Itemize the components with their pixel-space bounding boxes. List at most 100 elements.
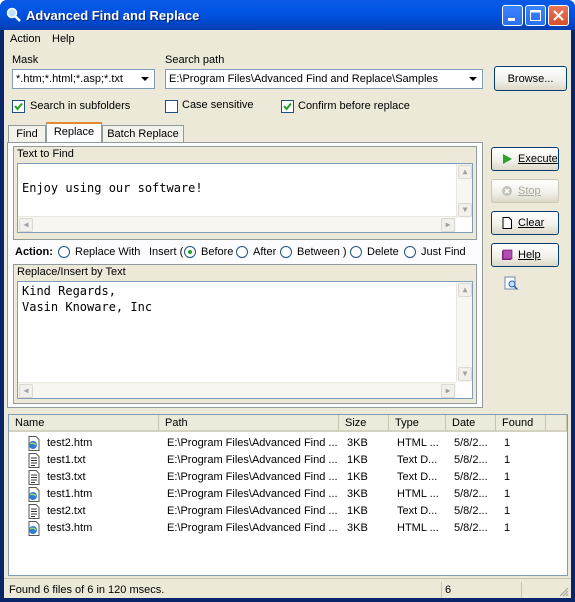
cell-date: 5/8/2... — [454, 522, 488, 534]
table-row[interactable]: test2.txt E:\Program Files\Advanced Find … — [9, 503, 549, 520]
clear-label: Clear — [518, 217, 545, 229]
mask-value: *.htm;*.html;*.asp;*.txt — [16, 73, 123, 85]
horizontal-scrollbar[interactable]: ◀ ▶ — [18, 216, 456, 232]
subfolders-checkbox[interactable] — [12, 100, 25, 113]
play-icon — [503, 154, 512, 164]
mask-label: Mask — [12, 54, 39, 66]
delete-label: Delete — [367, 246, 399, 258]
between-label: Between ) — [297, 246, 347, 258]
results-rows: test2.htm E:\Program Files\Advanced Find … — [9, 435, 567, 571]
cell-date: 5/8/2... — [454, 505, 488, 517]
confirm-checkbox[interactable] — [281, 100, 294, 113]
cell-type: Text D... — [397, 505, 438, 517]
blank-page-icon — [502, 217, 512, 229]
scroll-up-icon[interactable]: ▲ — [458, 165, 472, 179]
help-button[interactable]: Help — [491, 243, 559, 267]
radio-delete[interactable] — [350, 246, 362, 258]
table-row[interactable]: test1.htm E:\Program Files\Advanced Find … — [9, 486, 549, 503]
text-file-icon — [28, 453, 40, 468]
title-bar[interactable]: Advanced Find and Replace — [0, 0, 575, 30]
column-header-size[interactable]: Size — [339, 415, 389, 432]
minimize-icon — [508, 18, 515, 21]
table-row[interactable]: test2.htm E:\Program Files\Advanced Find … — [9, 435, 549, 452]
column-header-name[interactable]: Name — [9, 415, 159, 432]
radio-after[interactable] — [236, 246, 248, 258]
cell-size: 1KB — [347, 505, 368, 517]
menu-action[interactable]: Action — [10, 33, 41, 45]
scroll-up-icon[interactable]: ▲ — [458, 283, 472, 297]
search-path-label: Search path — [165, 54, 225, 66]
replace-tab-panel: Text to Find Enjoy using our software! ▲… — [7, 142, 483, 408]
before-label: Before — [201, 246, 234, 258]
scroll-left-icon[interactable]: ◀ — [19, 218, 33, 232]
column-header-path[interactable]: Path — [159, 415, 339, 432]
browse-button[interactable]: Browse... — [494, 66, 567, 91]
replace-with-label: Replace With — [75, 246, 141, 258]
radio-between[interactable] — [280, 246, 292, 258]
menu-help[interactable]: Help — [52, 33, 75, 45]
execute-button[interactable]: Execute — [491, 147, 559, 171]
resize-grip-icon[interactable] — [557, 585, 569, 597]
cell-found: 1 — [504, 437, 511, 449]
replace-text-textarea[interactable]: Kind Regards, Vasin Knoware, Inc ▲ ▼ ◀ ▶ — [17, 281, 473, 399]
cell-name: test2.htm — [47, 437, 93, 449]
table-row[interactable]: test3.htm E:\Program Files\Advanced Find … — [9, 520, 549, 537]
scroll-right-icon[interactable]: ▶ — [441, 384, 455, 398]
vertical-scrollbar[interactable]: ▲ ▼ — [456, 282, 472, 382]
results-list[interactable]: Name Path Size Type Date Found test2.htm… — [8, 414, 568, 576]
table-row[interactable]: test3.txt E:\Program Files\Advanced Find … — [9, 469, 549, 486]
radio-before[interactable] — [184, 246, 196, 258]
maximize-icon — [530, 10, 541, 21]
scroll-down-icon[interactable]: ▼ — [458, 203, 472, 217]
mask-combo[interactable]: *.htm;*.html;*.asp;*.txt — [12, 69, 155, 89]
search-path-combo[interactable]: E:\Program Files\Advanced Find and Repla… — [165, 69, 483, 89]
status-message: Found 6 files of 6 in 120 msecs. — [9, 584, 165, 596]
status-count: 6 — [441, 582, 521, 598]
menu-action-label: Action — [10, 33, 41, 45]
chevron-down-icon[interactable] — [137, 71, 153, 87]
scroll-down-icon[interactable]: ▼ — [458, 367, 472, 381]
column-header-type[interactable]: Type — [389, 415, 446, 432]
table-row[interactable]: test1.txt E:\Program Files\Advanced Find … — [9, 452, 549, 469]
action-label: Action: — [15, 246, 53, 258]
cell-type: HTML ... — [397, 488, 439, 500]
cell-path: E:\Program Files\Advanced Find ... — [167, 488, 337, 500]
stop-label: Stop — [518, 185, 541, 197]
radio-just-find[interactable] — [404, 246, 416, 258]
checkmark-icon — [283, 102, 292, 111]
cell-path: E:\Program Files\Advanced Find ... — [167, 505, 337, 517]
tab-replace[interactable]: Replace — [46, 122, 102, 142]
column-header-found[interactable]: Found — [496, 415, 546, 432]
maximize-button[interactable] — [525, 5, 546, 26]
clear-button[interactable]: Clear — [491, 211, 559, 235]
text-to-find-textarea[interactable]: Enjoy using our software! ▲ ▼ ◀ ▶ — [17, 163, 473, 233]
magnifier-app-icon — [6, 7, 21, 22]
minimize-button[interactable] — [502, 5, 523, 26]
scroll-left-icon[interactable]: ◀ — [19, 384, 33, 398]
stop-button[interactable]: Stop — [491, 179, 559, 203]
replace-text-line-1: Kind Regards, — [22, 284, 116, 298]
html-file-icon — [28, 487, 40, 502]
tab-find[interactable]: Find — [8, 125, 46, 143]
case-sensitive-checkbox[interactable] — [165, 100, 178, 113]
after-label: After — [253, 246, 277, 258]
column-header-date[interactable]: Date — [446, 415, 496, 432]
cell-name: test3.txt — [47, 471, 86, 483]
search-path-value: E:\Program Files\Advanced Find and Repla… — [169, 73, 439, 85]
help-book-icon — [502, 249, 513, 260]
tab-batch-replace[interactable]: Batch Replace — [102, 125, 184, 143]
search-file-icon[interactable] — [504, 276, 519, 291]
stop-icon — [502, 186, 512, 196]
horizontal-scrollbar[interactable]: ◀ ▶ — [18, 382, 456, 398]
radio-replace-with[interactable] — [58, 246, 70, 258]
chevron-down-icon[interactable] — [465, 71, 481, 87]
close-button[interactable] — [548, 5, 569, 26]
vertical-scrollbar[interactable]: ▲ ▼ — [456, 164, 472, 218]
cell-path: E:\Program Files\Advanced Find ... — [167, 437, 337, 449]
cell-found: 1 — [504, 488, 511, 500]
cell-name: test1.htm — [47, 488, 93, 500]
cell-type: HTML ... — [397, 437, 439, 449]
cell-date: 5/8/2... — [454, 454, 488, 466]
scroll-right-icon[interactable]: ▶ — [441, 218, 455, 232]
confirm-label: Confirm before replace — [298, 100, 410, 112]
